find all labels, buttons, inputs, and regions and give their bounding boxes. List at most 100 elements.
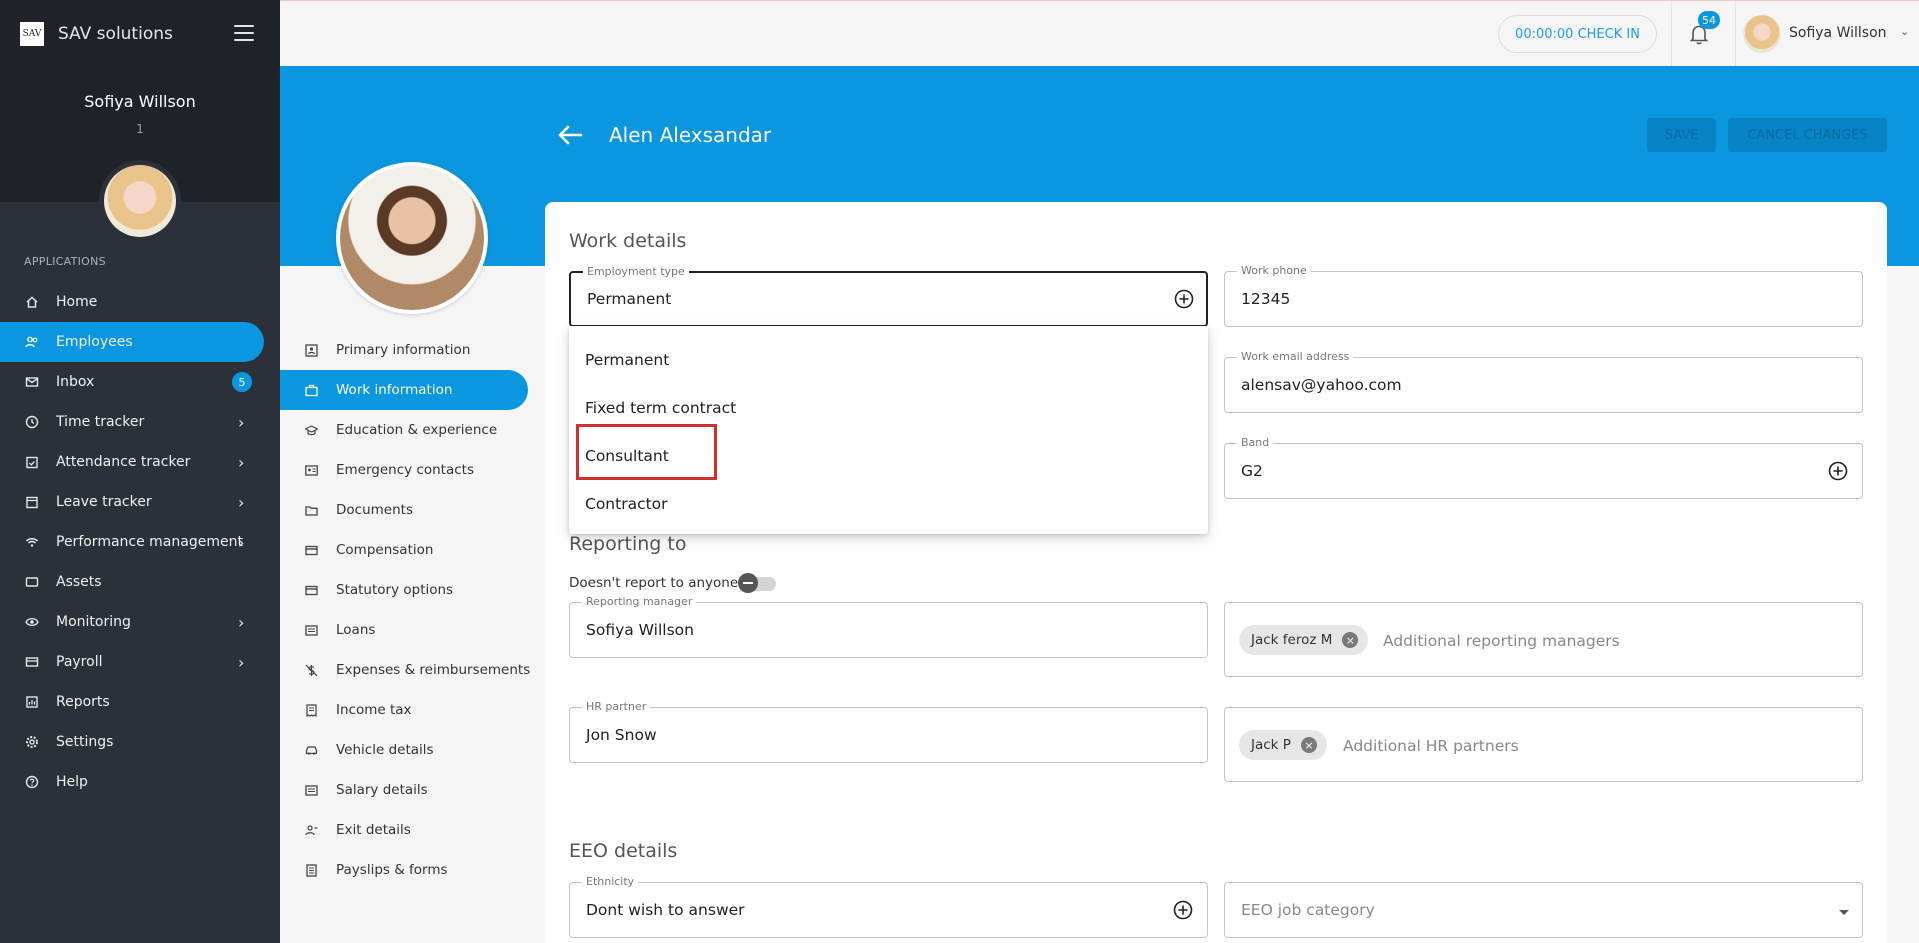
check-in-button[interactable]: 00:00:00 CHECK IN [1498,15,1657,53]
option-permanent[interactable]: Permanent [569,338,1208,382]
sidebar-item-assets[interactable]: Assets [0,562,280,602]
mail-icon [24,374,40,390]
sidebar-item-monitoring[interactable]: Monitoring › [0,602,280,642]
ethnicity-field[interactable]: Ethnicity Dont wish to answer [569,875,1208,938]
tab-expenses-reimbursements[interactable]: Expenses & reimbursements [280,650,545,690]
work-email-field[interactable]: Work email address alensav@yahoo.com [1224,350,1863,413]
chevron-down-icon[interactable]: ⌄ [1900,25,1909,38]
sidebar-item-payroll[interactable]: Payroll › [0,642,280,682]
close-icon[interactable]: × [1300,737,1317,753]
chevron-right-icon: › [238,612,245,632]
option-contractor[interactable]: Contractor [569,482,1208,526]
tab-education-experience[interactable]: Education & experience [280,410,545,450]
sidebar-item-employees[interactable]: Employees [0,322,264,362]
reporting-manager-field[interactable]: Reporting manager Sofiya Willson [569,595,1208,658]
tab-exit-details[interactable]: Exit details [280,810,545,850]
chevron-right-icon: › [238,412,245,432]
inbox-badge: 5 [232,372,252,392]
tab-documents[interactable]: Documents [280,490,545,530]
field-placeholder: Additional reporting managers [1383,632,1620,650]
sidebar-item-label: Home [56,294,98,310]
tab-payslips-forms[interactable]: Payslips & forms [280,850,545,890]
sidebar-item-inbox[interactable]: Inbox 5 [0,362,280,402]
credit-card-icon [304,543,318,557]
sidebar-user-id: 1 [136,122,144,136]
car-icon [304,743,318,757]
divider [1735,1,1736,67]
user-menu-name[interactable]: Sofiya Willson [1789,25,1887,41]
band-field[interactable]: Band G2 [1224,436,1863,499]
sidebar-item-reports[interactable]: Reports [0,682,280,722]
eeo-job-category-select[interactable]: EEO job category [1224,882,1863,938]
tab-vehicle-details[interactable]: Vehicle details [280,730,545,770]
tab-primary-information[interactable]: Primary information [280,330,545,370]
sidebar-item-attendance-tracker[interactable]: Attendance tracker › [0,442,280,482]
additional-managers-field[interactable]: Jack feroz M × Additional reporting mana… [1224,602,1863,677]
graduation-cap-icon [304,423,318,437]
field-value: alensav@yahoo.com [1241,376,1402,394]
sidebar-item-home[interactable]: Home [0,282,280,322]
save-button[interactable]: SAVE [1647,118,1716,152]
field-value: Jon Snow [586,726,657,744]
sidebar-item-help[interactable]: Help [0,762,280,802]
tab-income-tax[interactable]: Income tax [280,690,545,730]
close-icon[interactable]: × [1342,632,1359,648]
credit-card-icon [304,583,318,597]
home-icon [24,294,40,310]
field-placeholder: EEO job category [1241,901,1375,919]
additional-hr-partners-field[interactable]: Jack P × Additional HR partners [1224,707,1863,782]
sidebar-item-time-tracker[interactable]: Time tracker › [0,402,280,442]
sidebar-item-label: Settings [56,734,114,750]
cancel-changes-button[interactable]: CANCEL CHANGES [1728,118,1887,152]
field-value: Permanent [587,290,672,308]
tab-emergency-contacts[interactable]: Emergency contacts [280,450,545,490]
sidebar-item-label: Employees [56,334,133,350]
tab-statutory-options[interactable]: Statutory options [280,570,545,610]
sidebar-item-settings[interactable]: Settings [0,722,280,762]
chevron-right-icon: › [238,492,245,512]
no-report-toggle[interactable] [738,573,776,593]
sidebar-item-label: Reports [56,694,110,710]
tab-label: Primary information [336,342,471,358]
tab-loans[interactable]: Loans [280,610,545,650]
highlight-annotation [576,424,717,480]
top-bar: 00:00:00 CHECK IN 54 Sofiya Willson ⌄ [280,0,1919,67]
section-title-work-details: Work details [569,230,687,252]
sidebar-nav: Home Employees Inbox 5 Time tracker › At… [0,282,280,802]
tab-label: Emergency contacts [336,462,474,478]
field-label: HR partner [582,700,651,713]
back-arrow-icon[interactable] [557,124,583,146]
brand[interactable]: SAV SAV solutions [20,22,173,46]
hr-partner-chip[interactable]: Jack P × [1239,730,1327,760]
avatar[interactable] [1743,15,1781,53]
avatar[interactable] [99,160,181,242]
sidebar-item-leave-tracker[interactable]: Leave tracker › [0,482,280,522]
add-circle-icon[interactable] [1828,461,1848,481]
field-value: G2 [1241,462,1263,480]
employment-type-field[interactable]: Employment type Permanent [569,265,1208,327]
briefcase-icon [304,383,318,397]
menu-icon[interactable] [234,25,254,41]
caret-down-icon [1839,910,1849,915]
hr-partner-field[interactable]: HR partner Jon Snow [569,700,1208,763]
sidebar-item-performance-management[interactable]: Performance management › [0,522,280,562]
tab-work-information[interactable]: Work information [280,370,528,410]
calendar-icon [24,494,40,510]
tab-salary-details[interactable]: Salary details [280,770,545,810]
divider [1671,1,1672,67]
add-circle-icon[interactable] [1174,289,1194,309]
employee-section-nav: Primary information Work information Edu… [280,330,545,890]
manager-chip[interactable]: Jack feroz M × [1239,625,1369,655]
applications-label: APPLICATIONS [24,255,106,268]
add-circle-icon[interactable] [1173,900,1193,920]
employee-photo[interactable] [336,162,488,314]
tab-compensation[interactable]: Compensation [280,530,545,570]
folder-icon [304,503,318,517]
gear-icon [24,734,40,750]
field-value: Dont wish to answer [586,901,745,919]
notification-badge: 54 [1698,11,1720,29]
field-label: Employment type [583,265,689,278]
sidebar-item-label: Time tracker [56,414,145,430]
page-title: Alen Alexsandar [609,123,772,147]
work-phone-field[interactable]: Work phone 12345 [1224,264,1863,327]
